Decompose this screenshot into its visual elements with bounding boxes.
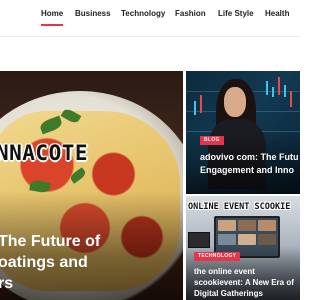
chart-candle — [200, 95, 202, 113]
chart-candle — [266, 81, 268, 95]
article-title-line: scookievent: A New Era of — [194, 278, 294, 287]
video-tile — [238, 220, 256, 231]
video-tile — [218, 234, 236, 245]
nav-home[interactable]: Home — [41, 9, 64, 26]
article-title[interactable]: the online event scookievent: A New Era … — [194, 266, 294, 299]
video-tile — [238, 234, 256, 245]
hero-title-line: The Future of — [0, 233, 101, 250]
category-badge[interactable]: TECHNOLOGY — [194, 252, 241, 261]
hero-title[interactable]: The Future of oatings and rs — [0, 231, 183, 294]
nav-life-style[interactable]: Life Style — [218, 9, 254, 18]
chart-candle — [278, 77, 280, 95]
video-tile — [258, 234, 276, 245]
chart-candle — [284, 85, 286, 97]
article-title[interactable]: adovivo com: The Futu Engagement and Inn… — [200, 151, 299, 177]
nav-technology[interactable]: Technology — [121, 9, 165, 18]
main-nav: Home Business Technology Fashion Life St… — [0, 0, 300, 30]
article-title-line: Digital Gatherings — [194, 289, 263, 298]
featured-article[interactable]: NNACOTE The Future of oatings and rs — [0, 71, 183, 300]
article-title-line: Engagement and Inno — [200, 165, 295, 175]
hero-title-line: oatings and — [0, 254, 88, 271]
nav-health[interactable]: Health — [265, 9, 289, 18]
article-title-line: the online event — [194, 267, 255, 276]
chart-candle — [272, 87, 274, 97]
nav-business[interactable]: Business — [75, 9, 111, 18]
category-badge[interactable]: BLOG — [200, 136, 224, 145]
hero-title-line: rs — [0, 275, 14, 292]
video-tile — [258, 220, 276, 231]
nav-divider — [0, 36, 300, 37]
article-title-line: adovivo com: The Futu — [200, 152, 299, 162]
chart-candle — [194, 101, 196, 115]
chart-candle — [290, 91, 292, 107]
hero-brand-text: NNACOTE — [0, 141, 89, 165]
woman-face — [224, 87, 246, 117]
event-banner: ONLINE EVENT SCOOKIE — [188, 202, 291, 212]
nav-fashion[interactable]: Fashion — [175, 9, 206, 18]
video-tile — [218, 220, 236, 231]
